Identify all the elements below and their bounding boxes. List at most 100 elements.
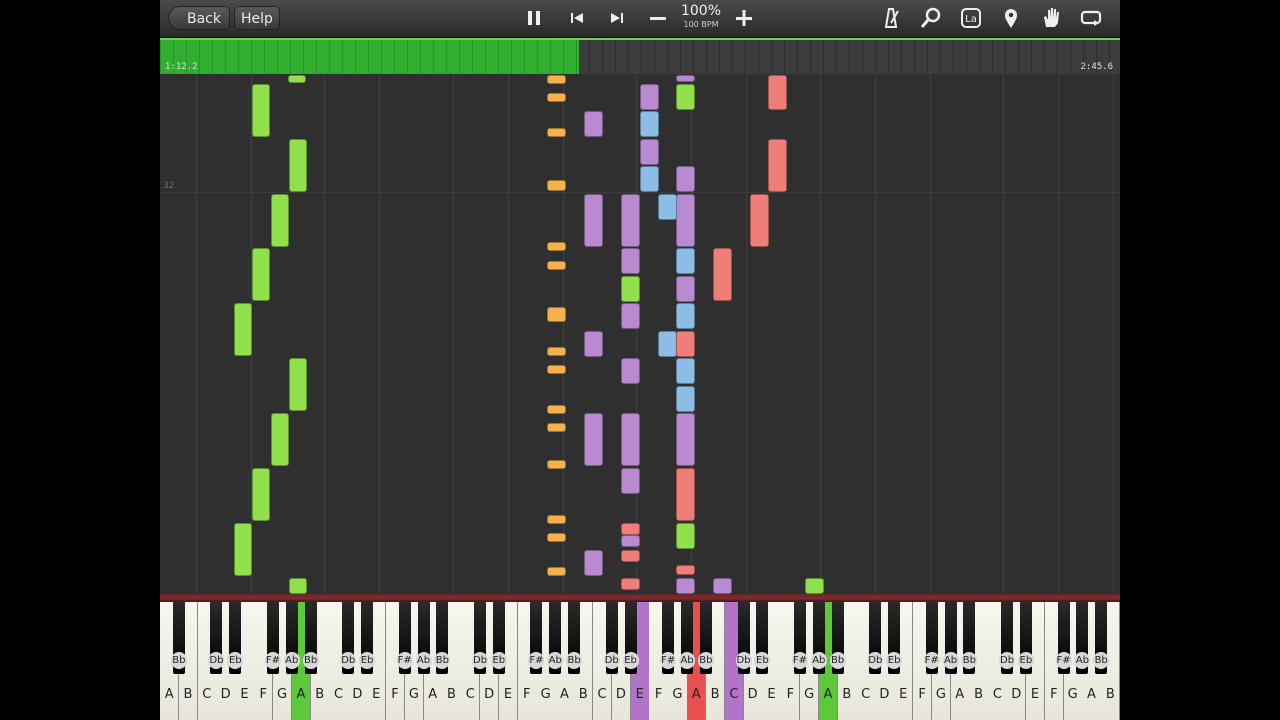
- label-icon[interactable]: La: [956, 3, 986, 33]
- note-block-blue: [676, 303, 695, 329]
- black-key-label: F#: [396, 652, 413, 669]
- black-key-label: F#: [923, 652, 940, 669]
- key-label: B: [710, 687, 720, 702]
- black-key-label: Eb: [1017, 652, 1034, 669]
- note-block-orange: [547, 93, 566, 102]
- note-block-purple: [676, 578, 695, 594]
- key-label: D: [352, 687, 363, 702]
- black-key-label: Ab: [679, 652, 696, 669]
- grid-line: [930, 75, 931, 594]
- plus-icon[interactable]: [729, 3, 759, 33]
- key-label: A: [823, 687, 833, 702]
- black-key-label: F#: [528, 652, 545, 669]
- key-label: B: [578, 687, 588, 702]
- key-label: G: [277, 687, 288, 702]
- note-block-orange: [547, 180, 566, 191]
- key-label: A: [691, 687, 701, 702]
- key-label: C: [465, 687, 475, 702]
- note-block-purple: [621, 194, 640, 247]
- metronome-icon[interactable]: [876, 3, 906, 33]
- grid-line: [636, 75, 637, 594]
- grid-line: [453, 75, 454, 594]
- key-label: F: [391, 687, 399, 702]
- black-key-label: Db: [472, 652, 488, 669]
- black-key-label: F#: [792, 652, 808, 669]
- synthesia-app: Back Help 100% 100 BPM La 1:12.2 2:45.6 …: [160, 0, 1120, 720]
- note-block-orange: [547, 242, 566, 251]
- note-block-purple: [676, 413, 695, 466]
- note-block-purple: [584, 550, 603, 576]
- note-block-red: [621, 550, 640, 562]
- note-block-blue: [676, 358, 695, 384]
- hand-icon[interactable]: [1036, 3, 1066, 33]
- key-label: C: [334, 687, 344, 702]
- note-block-purple: [640, 84, 659, 110]
- key-label: D: [615, 687, 626, 702]
- piano-keyboard[interactable]: ABCDEFGABCDEFGABCDEFGABCDEFGABCDEFGABCDE…: [160, 602, 1120, 720]
- note-roll: 32: [160, 75, 1120, 594]
- note-block-orange: [547, 533, 566, 542]
- song-progress-bar[interactable]: 1:12.2 2:45.6: [160, 38, 1120, 74]
- note-block-purple: [621, 358, 640, 384]
- note-block-purple: [676, 276, 695, 302]
- note-block-purple: [676, 194, 695, 247]
- grid-line: [1003, 75, 1004, 594]
- black-key-label: Bb: [697, 652, 714, 669]
- zoom-icon[interactable]: [916, 3, 946, 33]
- key-label: F: [1050, 687, 1058, 702]
- note-block-orange: [547, 307, 566, 322]
- key-label: E: [899, 687, 908, 702]
- note-block-red: [676, 331, 695, 357]
- key-label: E: [1030, 687, 1040, 702]
- black-key-label: F#: [1055, 652, 1072, 669]
- key-label: C: [861, 687, 871, 702]
- note-block-blue: [658, 331, 677, 357]
- key-label: B: [183, 687, 193, 702]
- key-label: G: [1067, 687, 1078, 702]
- grid-line: [1113, 75, 1114, 594]
- key-label: F: [259, 687, 267, 702]
- note-block-green: [676, 523, 695, 549]
- svg-text:La: La: [965, 14, 977, 25]
- pause-icon[interactable]: [519, 3, 549, 33]
- note-block-orange: [547, 405, 566, 414]
- key-label: A: [955, 687, 965, 702]
- note-block-orange: [547, 460, 566, 469]
- key-label: D: [1011, 687, 1022, 702]
- loop-icon[interactable]: [1076, 3, 1106, 33]
- marker-icon[interactable]: [996, 3, 1026, 33]
- note-block-orange: [547, 128, 566, 137]
- note-block-green: [234, 523, 252, 576]
- key-label: D: [879, 687, 890, 702]
- keyboard-divider: [160, 594, 1120, 602]
- key-label: B: [315, 687, 325, 702]
- black-key-label: Bb: [170, 652, 187, 669]
- key-label: D: [220, 687, 231, 702]
- key-label: B: [974, 687, 984, 702]
- key-label: A: [1087, 687, 1096, 702]
- note-block-purple: [584, 111, 603, 137]
- note-block-green: [252, 468, 270, 521]
- grid-line: [196, 75, 197, 594]
- note-block-purple: [621, 535, 640, 547]
- note-block-red: [621, 523, 640, 535]
- note-block-orange: [547, 567, 566, 576]
- black-key-label: F#: [660, 652, 677, 669]
- skip-forward-icon[interactable]: [602, 3, 632, 33]
- skip-back-icon[interactable]: [562, 3, 592, 33]
- key-label: F: [523, 687, 531, 702]
- note-block-red: [750, 194, 769, 247]
- note-block-red: [768, 139, 787, 192]
- note-block-blue: [676, 386, 695, 412]
- grid-line: [508, 75, 509, 594]
- black-key-label: Bb: [1093, 652, 1110, 669]
- key-label: A: [296, 687, 306, 702]
- measure-number: 32: [163, 181, 175, 191]
- note-block-orange: [547, 365, 566, 374]
- total-time: 2:45.6: [1080, 62, 1113, 72]
- help-button[interactable]: Help: [234, 6, 280, 30]
- key-label: F: [918, 687, 926, 702]
- back-button[interactable]: Back: [168, 6, 230, 30]
- black-key-label: Db: [999, 652, 1016, 669]
- black-key-label: Eb: [886, 652, 903, 669]
